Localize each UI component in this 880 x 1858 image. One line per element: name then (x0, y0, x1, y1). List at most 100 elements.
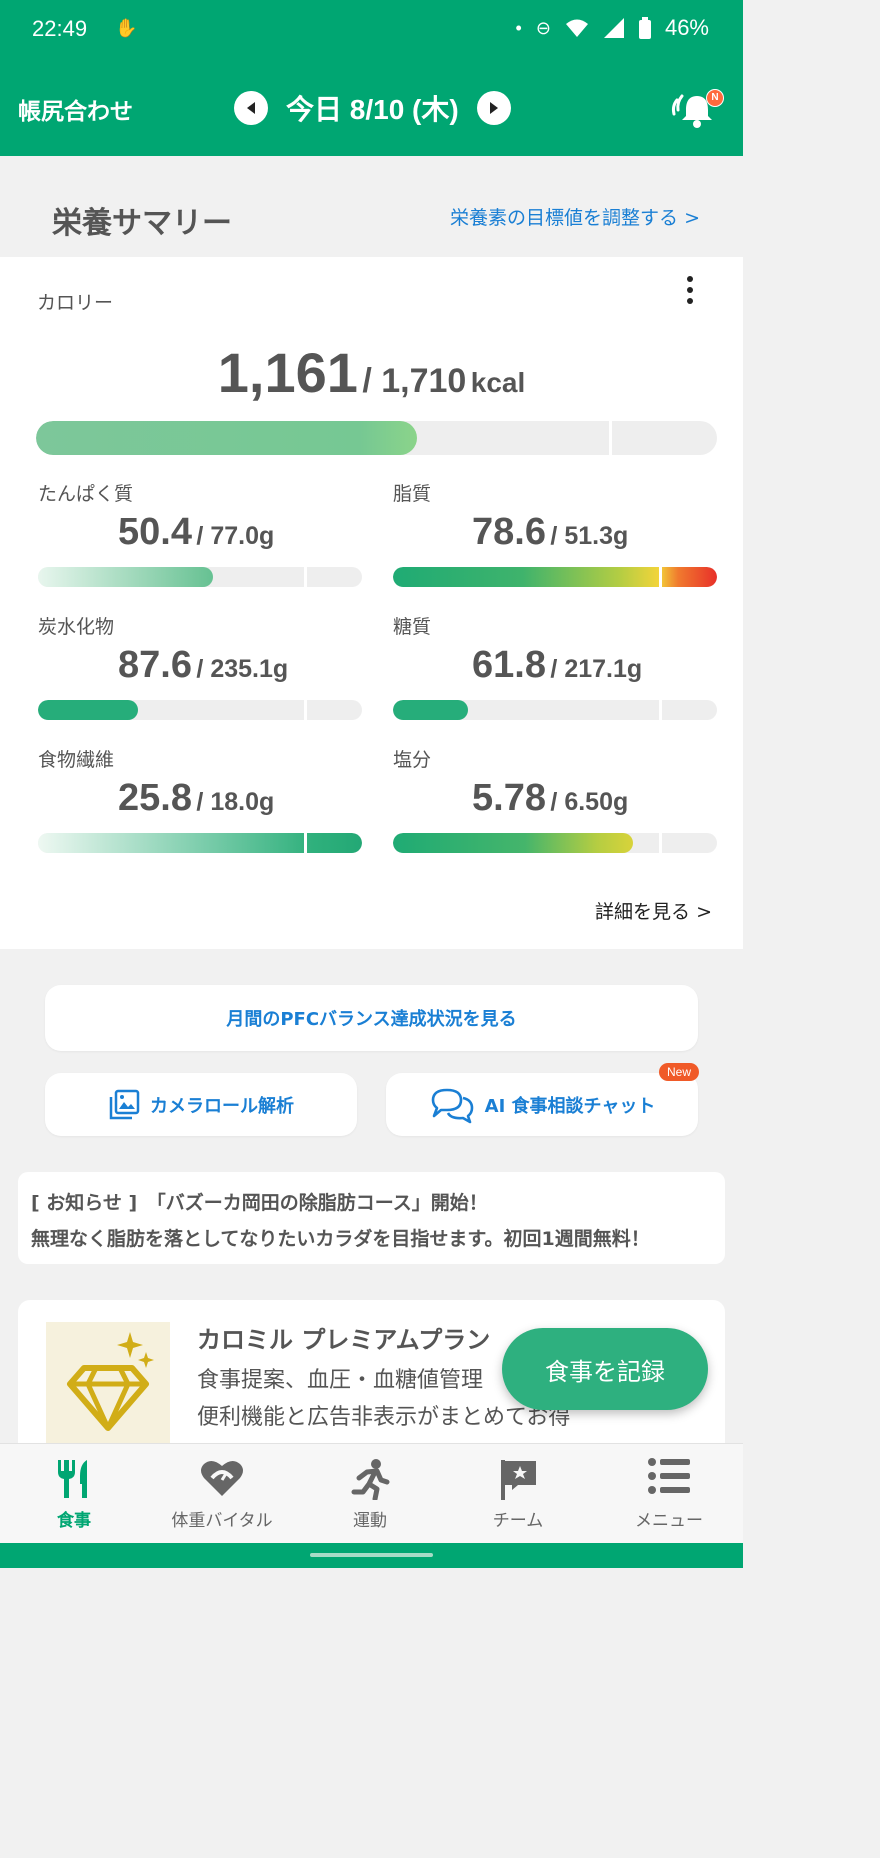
nav-weight-vitals[interactable]: 体重バイタル (148, 1444, 296, 1544)
record-meal-button[interactable]: 食事を記録 (502, 1328, 708, 1410)
nav-menu-label: メニュー (635, 1511, 703, 1531)
carbohydrate-label: 炭水化物 (38, 616, 115, 638)
nav-team-label: チーム (492, 1511, 544, 1531)
flag-icon (501, 1460, 536, 1500)
battery-level: 46% (664, 15, 709, 40)
premium-title: カロミル プレミアムプラン (197, 1326, 491, 1354)
fiber-progress-bar (38, 833, 362, 853)
prev-day-button[interactable] (234, 91, 268, 125)
app-notification-icon: ✋ (115, 18, 138, 39)
triangle-left-icon (247, 102, 255, 114)
announcement-title: [ お知らせ ] 「バズーカ岡田の除脂肪コース」開始！ (31, 1192, 488, 1214)
status-icons: • ⊖ 46% (516, 15, 709, 41)
fiber-amount: 25.8 (118, 777, 192, 819)
fiber-progress-fill (38, 833, 362, 853)
sugar-label: 糖質 (393, 616, 432, 638)
sugar-progress-bar (393, 700, 717, 720)
camera-roll-label: カメラロール解析 (150, 1095, 294, 1117)
calorie-progress-fill (36, 421, 418, 455)
fat-label: 脂質 (393, 483, 432, 505)
target-marker (659, 567, 662, 587)
calorie-target: / 1,710 (362, 362, 467, 400)
protein-target: / 77.0g (196, 522, 275, 550)
adjust-targets-link[interactable]: 栄養素の目標値を調整する > (450, 203, 700, 230)
sugar-target: / 217.1g (550, 655, 643, 683)
runner-icon (351, 1459, 390, 1500)
fat-target: / 51.3g (550, 522, 629, 550)
salt-value: 5.78 / 6.50g (472, 777, 628, 820)
target-marker (659, 833, 662, 853)
carbohydrate-target: / 235.1g (196, 655, 289, 683)
nav-meal[interactable]: 食事 (0, 1444, 148, 1544)
fork-knife-icon (58, 1460, 87, 1498)
carbohydrate-value: 87.6 / 235.1g (118, 644, 288, 687)
protein-progress-fill (38, 567, 213, 587)
premium-description-1: 食事提案、血圧・血糖値管理 (197, 1368, 484, 1393)
calorie-value: 1,161 (217, 341, 358, 404)
carbohydrate-amount: 87.6 (118, 644, 192, 686)
notification-badge: N (706, 89, 724, 107)
do-not-disturb-icon: ⊖ (535, 17, 551, 38)
view-details-link[interactable]: 詳細を見る > (595, 897, 712, 924)
fat-amount: 78.6 (472, 511, 546, 553)
fiber-value: 25.8 / 18.0g (118, 777, 274, 820)
salt-label: 塩分 (393, 749, 432, 771)
gesture-handle[interactable] (310, 1553, 433, 1557)
pfc-balance-button[interactable]: 月間のPFCバランス達成状況を見る (45, 985, 698, 1051)
nav-team[interactable]: チーム (444, 1444, 592, 1544)
sugar-progress-fill (393, 700, 468, 720)
target-marker (609, 421, 612, 455)
status-time: 22:49 (32, 16, 88, 41)
announcement-body: 無理なく脂肪を落としてなりたいカラダを目指せます。初回1週間無料！ (31, 1228, 650, 1250)
ai-chat-button[interactable]: AI 食事相談チャット (386, 1073, 698, 1136)
premium-description-2: 便利機能と広告非表示がまとめてお得 (197, 1405, 571, 1430)
next-day-button[interactable] (476, 91, 511, 125)
announcement-banner[interactable]: [ お知らせ ] 「バズーカ岡田の除脂肪コース」開始！ 無理なく脂肪を落としてな… (18, 1172, 725, 1264)
sugar-amount: 61.8 (472, 644, 546, 686)
heart-scale-icon (201, 1460, 243, 1496)
diamond-icon (67, 1332, 154, 1431)
image-gallery-icon (109, 1089, 140, 1119)
more-options-icon[interactable] (682, 276, 698, 310)
bottom-navigation: 食事 体重バイタル 運動 チーム メニュー (0, 1443, 743, 1544)
target-marker (304, 833, 307, 853)
camera-roll-button[interactable]: カメラロール解析 (45, 1073, 357, 1136)
chat-bubbles-icon (431, 1088, 473, 1123)
premium-image (46, 1322, 170, 1446)
salt-progress-fill (393, 833, 633, 853)
fat-value: 78.6 / 51.3g (472, 511, 628, 554)
target-marker (304, 700, 307, 720)
battery-icon (638, 17, 651, 39)
salt-progress-bar (393, 833, 717, 853)
fiber-label: 食物繊維 (38, 749, 115, 771)
protein-label: たんぱく質 (38, 483, 134, 505)
date-navigator: 今日 8/10 (木) (234, 88, 511, 128)
wifi-icon (565, 19, 588, 37)
protein-amount: 50.4 (118, 511, 192, 553)
nav-meal-label: 食事 (57, 1511, 91, 1531)
new-badge: New (659, 1063, 699, 1081)
mode-title[interactable]: 帳尻合わせ (18, 92, 133, 126)
fat-progress-fill (393, 567, 717, 587)
current-date[interactable]: 今日 8/10 (木) (286, 88, 459, 128)
salt-target: / 6.50g (550, 788, 629, 816)
section-title: 栄養サマリー (52, 206, 232, 241)
triangle-right-icon (489, 102, 498, 114)
carbohydrate-progress-bar (38, 700, 362, 720)
signal-icon (603, 18, 624, 38)
list-icon (648, 1458, 690, 1494)
fat-progress-bar (393, 567, 717, 587)
target-marker (659, 700, 662, 720)
pfc-balance-label: 月間のPFCバランス達成状況を見る (226, 1009, 517, 1030)
nav-menu[interactable]: メニュー (595, 1444, 743, 1544)
calorie-readout: 1,161 / 1,710 kcal (0, 340, 743, 405)
calorie-label: カロリー (37, 292, 114, 314)
app-header: 22:49 ✋ • ⊖ 46% 帳尻合わせ 今日 8/10 (木) N (0, 0, 743, 156)
nav-weight-vitals-label: 体重バイタル (171, 1511, 273, 1531)
protein-progress-bar (38, 567, 362, 587)
calorie-progress-bar (36, 421, 717, 455)
target-marker (304, 567, 307, 587)
nav-exercise[interactable]: 運動 (296, 1444, 444, 1544)
calorie-unit: kcal (470, 367, 526, 398)
dot-icon: • (515, 17, 522, 38)
